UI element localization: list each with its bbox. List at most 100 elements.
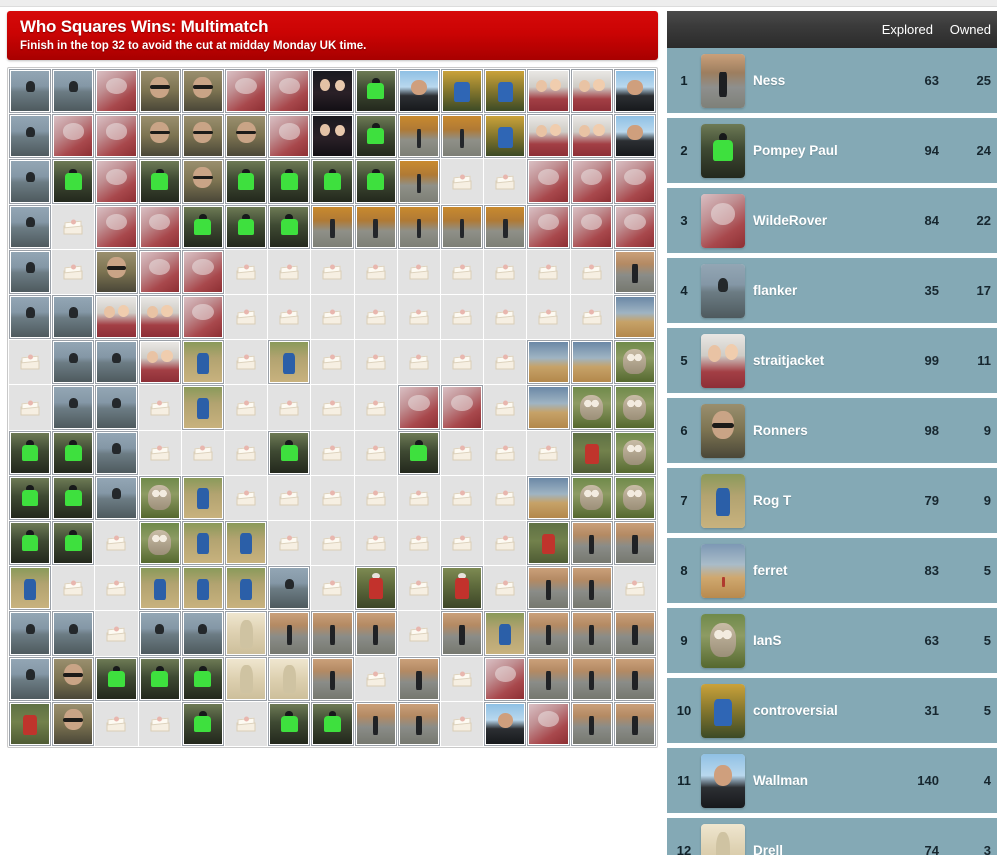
grid-cell-owned[interactable]	[570, 521, 613, 566]
grid-cell-owned[interactable]	[397, 114, 440, 159]
grid-cell-empty[interactable]	[138, 701, 181, 747]
grid-cell-owned[interactable]	[181, 204, 224, 249]
grid-cell-owned[interactable]	[268, 114, 311, 159]
grid-cell-owned[interactable]	[138, 340, 181, 385]
grid-cell-owned[interactable]	[95, 114, 138, 159]
grid-cell-owned[interactable]	[570, 475, 613, 521]
grid-cell-empty[interactable]	[311, 430, 354, 475]
grid-cell-empty[interactable]	[441, 159, 484, 204]
leaderboard-row[interactable]: 9 IanS 63 5	[667, 608, 997, 673]
grid-cell-owned[interactable]	[613, 385, 656, 430]
grid-cell-empty[interactable]	[441, 475, 484, 521]
square-grid[interactable]	[9, 69, 656, 747]
grid-cell-empty[interactable]	[354, 521, 397, 566]
grid-cell-owned[interactable]	[52, 701, 95, 747]
leaderboard-player-name[interactable]: Rog T	[753, 493, 869, 508]
grid-cell-empty[interactable]	[441, 701, 484, 747]
grid-cell-owned[interactable]	[138, 295, 181, 340]
grid-cell-owned[interactable]	[52, 159, 95, 204]
grid-cell-owned[interactable]	[441, 69, 484, 114]
grid-cell-owned[interactable]	[181, 656, 224, 701]
grid-cell-empty[interactable]	[484, 159, 527, 204]
grid-cell-owned[interactable]	[95, 295, 138, 340]
grid-cell-empty[interactable]	[613, 566, 656, 611]
grid-cell-owned[interactable]	[9, 69, 52, 114]
grid-cell-owned[interactable]	[311, 656, 354, 701]
leaderboard-row[interactable]: 2 Pompey Paul 94 24	[667, 118, 997, 183]
grid-cell-owned[interactable]	[181, 340, 224, 385]
grid-cell-empty[interactable]	[225, 385, 268, 430]
grid-cell-owned[interactable]	[52, 656, 95, 701]
grid-cell-owned[interactable]	[527, 159, 570, 204]
grid-cell-empty[interactable]	[354, 385, 397, 430]
grid-cell-empty[interactable]	[441, 295, 484, 340]
grid-cell-owned[interactable]	[52, 295, 95, 340]
grid-cell-owned[interactable]	[570, 69, 613, 114]
grid-cell-owned[interactable]	[527, 701, 570, 747]
grid-cell-owned[interactable]	[354, 566, 397, 611]
grid-cell-owned[interactable]	[181, 475, 224, 521]
grid-cell-owned[interactable]	[95, 475, 138, 521]
grid-cell-owned[interactable]	[9, 656, 52, 701]
grid-cell-empty[interactable]	[484, 249, 527, 295]
grid-cell-owned[interactable]	[138, 249, 181, 295]
grid-cell-owned[interactable]	[52, 521, 95, 566]
grid-cell-owned[interactable]	[181, 159, 224, 204]
grid-cell-owned[interactable]	[52, 475, 95, 521]
leaderboard-row[interactable]: 8 ferret 83 5	[667, 538, 997, 603]
grid-cell-owned[interactable]	[268, 159, 311, 204]
grid-cell-empty[interactable]	[484, 475, 527, 521]
grid-cell-owned[interactable]	[268, 340, 311, 385]
grid-cell-owned[interactable]	[9, 701, 52, 747]
grid-cell-empty[interactable]	[311, 475, 354, 521]
grid-cell-owned[interactable]	[311, 114, 354, 159]
grid-cell-owned[interactable]	[354, 69, 397, 114]
grid-cell-owned[interactable]	[95, 249, 138, 295]
grid-cell-owned[interactable]	[95, 204, 138, 249]
grid-cell-empty[interactable]	[225, 475, 268, 521]
grid-cell-owned[interactable]	[613, 475, 656, 521]
leaderboard-player-name[interactable]: Ronners	[753, 423, 869, 438]
grid-cell-owned[interactable]	[9, 159, 52, 204]
grid-cell-owned[interactable]	[225, 204, 268, 249]
grid-cell-empty[interactable]	[570, 295, 613, 340]
grid-cell-owned[interactable]	[9, 114, 52, 159]
grid-cell-owned[interactable]	[225, 521, 268, 566]
grid-cell-empty[interactable]	[354, 430, 397, 475]
grid-cell-owned[interactable]	[354, 159, 397, 204]
grid-cell-owned[interactable]	[138, 656, 181, 701]
grid-cell-owned[interactable]	[138, 566, 181, 611]
grid-cell-owned[interactable]	[441, 204, 484, 249]
grid-cell-empty[interactable]	[268, 385, 311, 430]
leaderboard-player-name[interactable]: WildeRover	[753, 213, 869, 228]
grid-cell-owned[interactable]	[138, 69, 181, 114]
grid-cell-empty[interactable]	[52, 566, 95, 611]
grid-cell-empty[interactable]	[311, 340, 354, 385]
grid-cell-empty[interactable]	[268, 295, 311, 340]
grid-cell-owned[interactable]	[397, 656, 440, 701]
grid-cell-owned[interactable]	[138, 159, 181, 204]
leaderboard-player-name[interactable]: ferret	[753, 563, 869, 578]
grid-cell-empty[interactable]	[527, 295, 570, 340]
grid-cell-empty[interactable]	[95, 566, 138, 611]
leaderboard-player-name[interactable]: Ness	[753, 73, 869, 88]
grid-cell-owned[interactable]	[441, 385, 484, 430]
grid-cell-empty[interactable]	[397, 249, 440, 295]
grid-cell-owned[interactable]	[613, 340, 656, 385]
grid-cell-empty[interactable]	[225, 430, 268, 475]
grid-cell-empty[interactable]	[441, 656, 484, 701]
grid-cell-owned[interactable]	[95, 385, 138, 430]
grid-cell-empty[interactable]	[354, 340, 397, 385]
grid-cell-owned[interactable]	[9, 566, 52, 611]
leaderboard-player-name[interactable]: Wallman	[753, 773, 869, 788]
grid-cell-empty[interactable]	[484, 385, 527, 430]
grid-cell-owned[interactable]	[484, 656, 527, 701]
grid-cell-empty[interactable]	[484, 340, 527, 385]
grid-cell-empty[interactable]	[484, 430, 527, 475]
leaderboard-row[interactable]: 12 Drell 74 3	[667, 818, 997, 855]
grid-cell-owned[interactable]	[311, 701, 354, 747]
leaderboard-player-name[interactable]: flanker	[753, 283, 869, 298]
grid-cell-owned[interactable]	[225, 566, 268, 611]
grid-cell-owned[interactable]	[613, 430, 656, 475]
grid-cell-empty[interactable]	[225, 295, 268, 340]
